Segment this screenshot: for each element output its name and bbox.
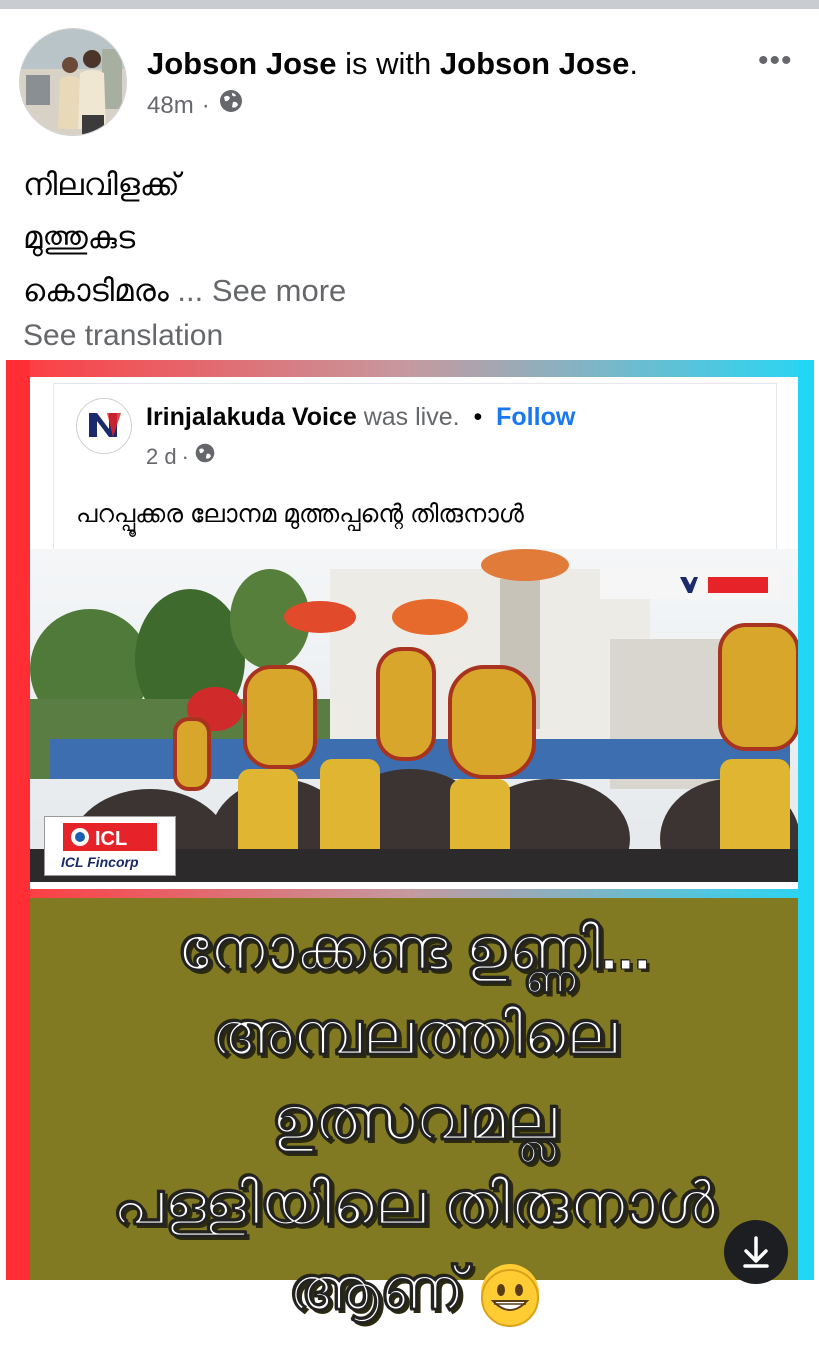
caption-text: നോക്കണ്ട ഉണ്ണി... അമ്പലത്തിലെ ഉത്സവമല്ല … (30, 906, 798, 1331)
with-text: is with (345, 46, 432, 81)
globe-icon (194, 442, 216, 472)
follow-link: Follow (496, 403, 576, 431)
avatar[interactable] (19, 28, 127, 136)
live-status: was live. (363, 403, 460, 431)
globe-icon (218, 88, 244, 124)
tagged-name[interactable]: Jobson Jose (440, 46, 630, 81)
grinning-face-emoji (481, 1264, 540, 1328)
post-meta: 48m · (147, 88, 244, 124)
sponsor-logo-text: ICL (95, 828, 127, 850)
caption-line: അമ്പലത്തിലെ (210, 1000, 618, 1068)
download-button[interactable] (724, 1220, 788, 1284)
see-translation-link[interactable]: See translation (23, 314, 223, 358)
sponsor-logo: ICL ICL Fincorp (44, 816, 176, 876)
caption-line: പള്ളിയിലെ തിരുനാൾ (112, 1170, 716, 1238)
page-name: Irinjalakuda Voice (146, 403, 357, 431)
meta-dot: · (201, 92, 210, 119)
shared-dot: · (181, 444, 189, 469)
frame-border-left (6, 360, 30, 1280)
sponsor-name: ICL Fincorp (61, 854, 139, 870)
shared-post-text: പറപ്പൂക്കര ലോനമ മുത്തപ്പന്റെ തിരുനാൾ (76, 500, 524, 528)
post-header: Jobson Jose is with Jobson Jose. (147, 42, 638, 86)
author-name[interactable]: Jobson Jose (147, 46, 337, 81)
page-logo (76, 398, 132, 454)
shared-post-meta: 2 d · (146, 442, 216, 472)
post-text-line: കൊടിമരം (23, 273, 169, 308)
more-options-icon[interactable]: ••• (758, 44, 793, 78)
caption-line: നോക്കണ്ട ഉണ്ണി... (177, 915, 651, 983)
download-icon (743, 1236, 769, 1268)
shared-time: 2 d (146, 444, 177, 469)
caption-line: ആണ് (288, 1255, 465, 1323)
post-text-line: നിലവിളക്ക് (23, 167, 180, 202)
post-text-line: മുത്തുകുട (23, 220, 136, 255)
post-time[interactable]: 48m (147, 89, 194, 123)
tagged-suffix: . (629, 46, 639, 81)
caption-line: ഉത്സവമല്ല (271, 1085, 558, 1153)
separator-dot: • (473, 403, 483, 431)
ellipsis: ... (177, 273, 204, 308)
shared-post-header: Irinjalakuda Voice was live. • Follow (146, 400, 575, 434)
see-more-link[interactable]: See more (212, 273, 346, 308)
post-text: നിലവിളക്ക് മുത്തുകുട കൊടിമരം ... See mor… (23, 158, 346, 317)
top-divider (0, 0, 819, 9)
frame-border-right (798, 360, 814, 1280)
avatar-photo (20, 29, 126, 135)
